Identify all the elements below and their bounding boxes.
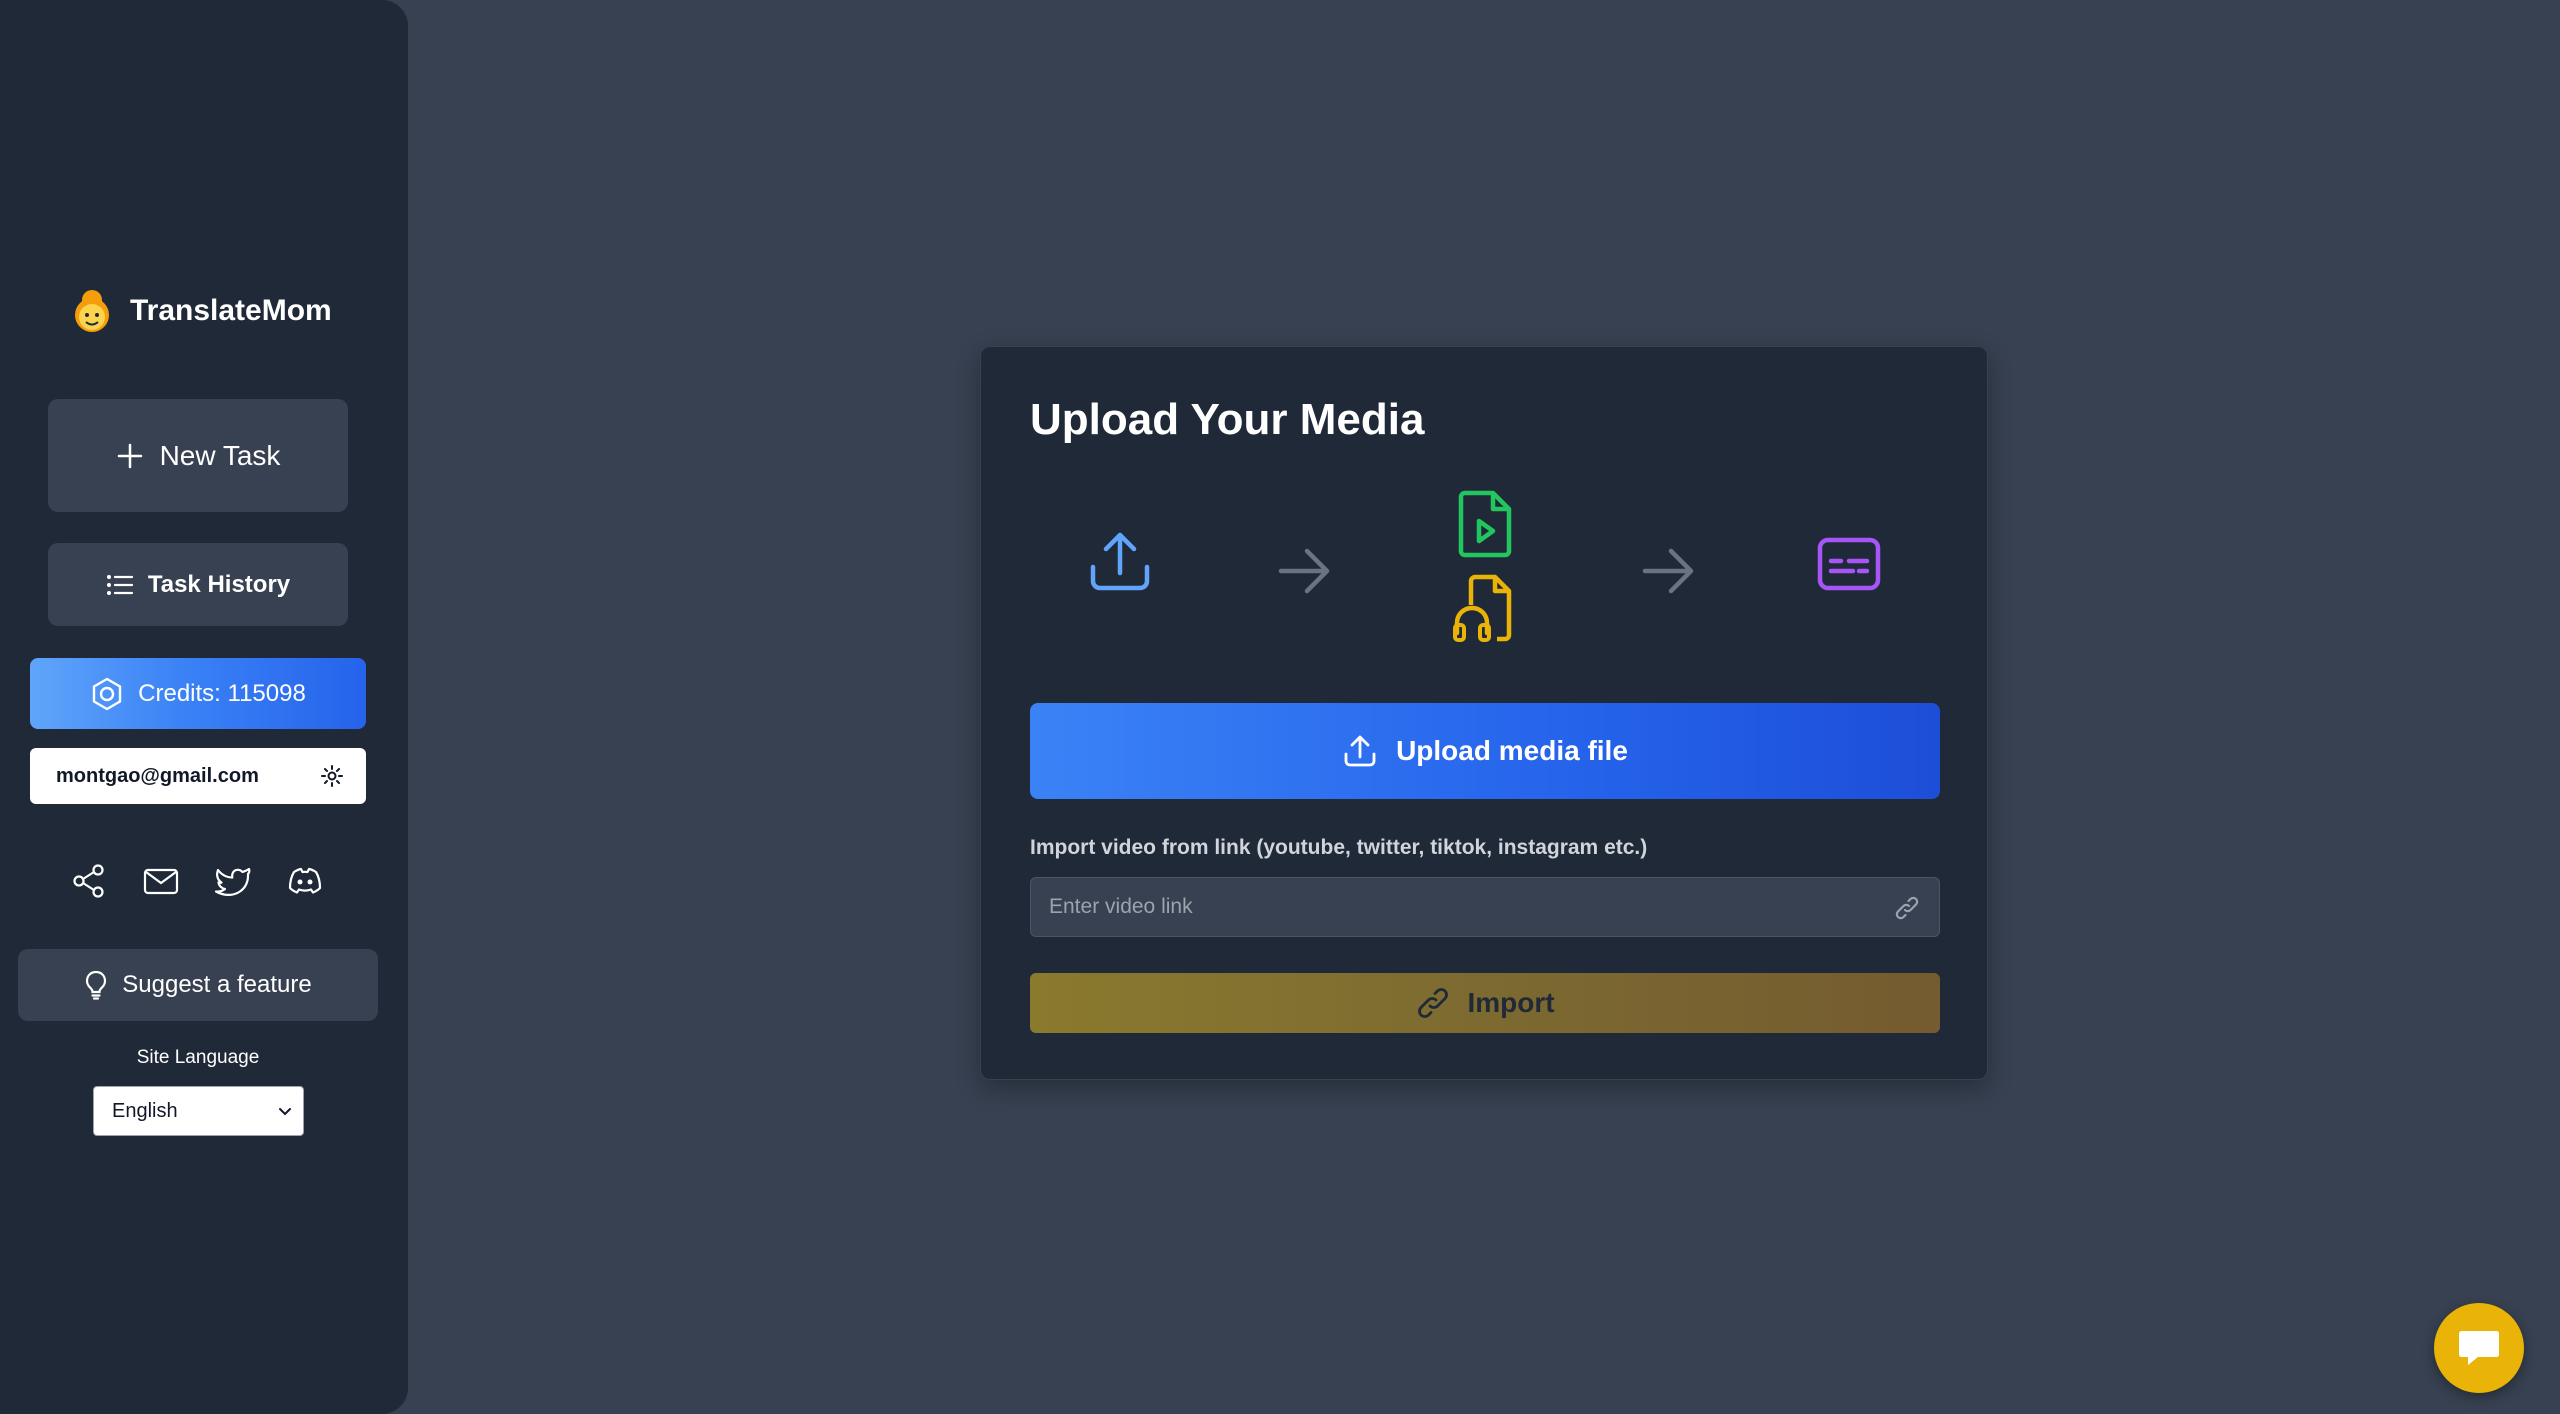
sidebar: TranslateMom New Task Task History Credi… (0, 0, 408, 1414)
user-email: montgao@gmail.com (56, 764, 259, 787)
link-icon (1895, 896, 1919, 920)
brand-name: TranslateMom (130, 294, 332, 327)
import-label: Import (1467, 987, 1555, 1018)
task-history-button[interactable]: Task History (48, 543, 348, 626)
video-link-field (1030, 877, 1940, 937)
social-links (70, 862, 324, 900)
import-link-label: Import video from link (youtube, twitter… (1030, 836, 1648, 859)
mail-icon[interactable] (142, 862, 180, 900)
link-icon (1418, 988, 1449, 1018)
site-language-select[interactable]: English (93, 1086, 304, 1136)
page-title: Upload Your Media (1030, 395, 1425, 444)
credits-label: Credits: 115098 (138, 679, 306, 707)
chat-widget-button[interactable] (2434, 1303, 2524, 1393)
discord-icon[interactable] (286, 862, 324, 900)
task-history-label: Task History (147, 570, 291, 598)
upload-media-label: Upload media file (1396, 735, 1628, 766)
video-link-input[interactable] (1031, 878, 1881, 936)
video-file-icon (1458, 490, 1512, 558)
upload-icon (1344, 735, 1376, 767)
twitter-icon[interactable] (214, 862, 252, 900)
plus-icon (117, 443, 142, 468)
user-account: montgao@gmail.com (30, 748, 366, 804)
credits-badge[interactable]: Credits: 115098 (30, 658, 366, 729)
hexagon-coin-icon (92, 677, 122, 710)
gear-icon[interactable] (320, 764, 344, 788)
suggest-feature-label: Suggest a feature (122, 971, 312, 998)
share-icon[interactable] (70, 862, 108, 900)
new-task-button[interactable]: New Task (48, 399, 348, 512)
subtitles-icon (1817, 537, 1881, 591)
arrow-right-icon (1642, 548, 1694, 594)
arrow-right-icon (1278, 548, 1330, 594)
chevron-down-icon (279, 1108, 291, 1116)
grandma-emoji-icon (75, 290, 109, 332)
audio-file-icon (1453, 574, 1512, 642)
site-language-value: English (112, 1099, 178, 1122)
new-task-label: New Task (159, 439, 281, 471)
lightbulb-icon (86, 970, 107, 1000)
upload-card: Upload Your Media Upload media file Impo… (980, 346, 1988, 1080)
upload-media-button[interactable]: Upload media file (1030, 703, 1940, 799)
import-button[interactable]: Import (1030, 973, 1940, 1033)
chat-bubble-icon (2459, 1331, 2499, 1365)
list-icon (106, 574, 133, 595)
upload-icon (1090, 532, 1150, 591)
brand-logo[interactable]: TranslateMom (66, 285, 332, 337)
suggest-feature-button[interactable]: Suggest a feature (18, 949, 378, 1021)
site-language-label: Site Language (136, 1047, 260, 1068)
